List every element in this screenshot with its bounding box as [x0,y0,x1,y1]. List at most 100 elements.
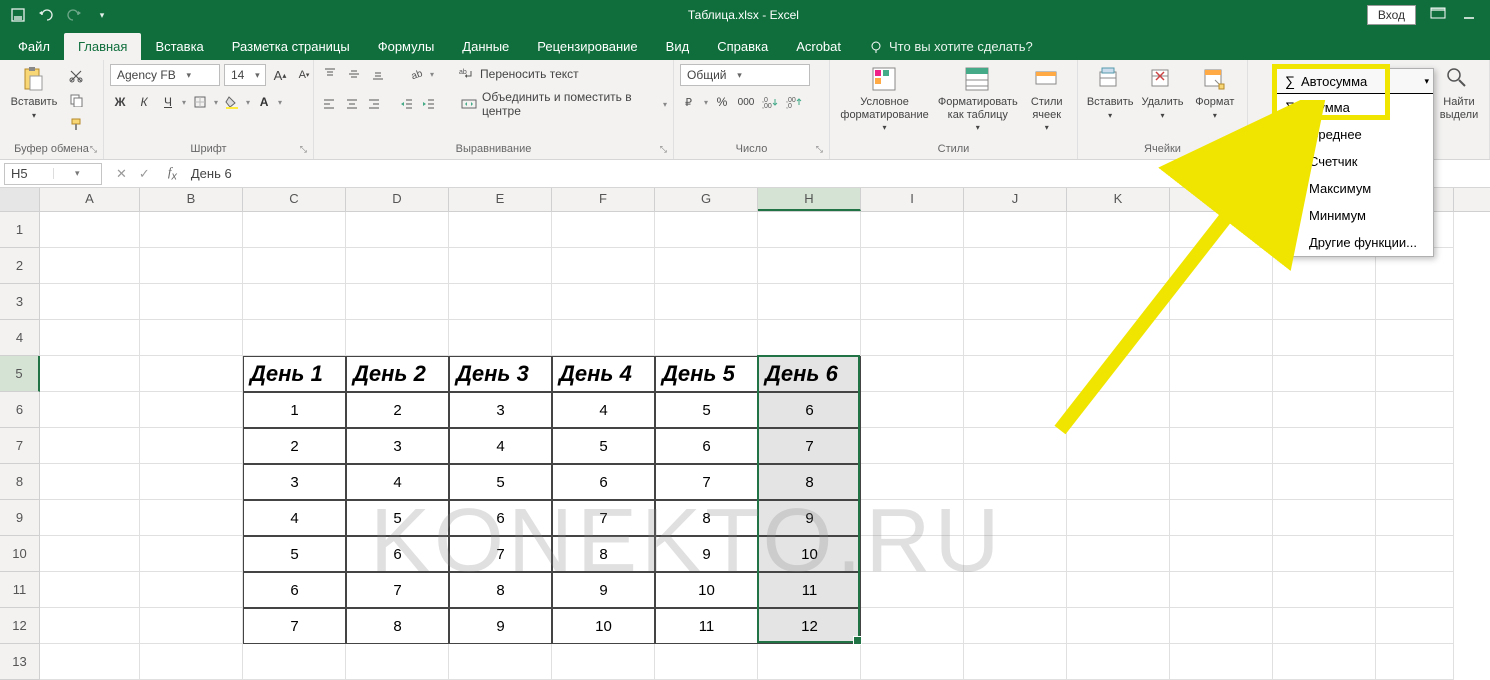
cell[interactable] [552,644,655,680]
cell[interactable] [40,248,140,284]
cell[interactable] [1170,284,1273,320]
cell[interactable]: 4 [552,392,655,428]
cell[interactable] [552,212,655,248]
tab-вид[interactable]: Вид [652,33,704,60]
cell[interactable]: 5 [346,500,449,536]
cell[interactable] [964,248,1067,284]
cell[interactable]: День 5 [655,356,758,392]
cell[interactable] [758,320,861,356]
cell[interactable] [1170,608,1273,644]
column-header[interactable]: D [346,188,449,211]
cell[interactable]: 5 [552,428,655,464]
cell[interactable] [40,320,140,356]
cell[interactable] [449,320,552,356]
cell[interactable] [1376,428,1454,464]
number-format-combo[interactable]: Общий▾ [680,64,810,86]
cell[interactable]: День 1 [243,356,346,392]
cell[interactable]: 4 [346,464,449,500]
cell[interactable] [140,356,243,392]
cell[interactable] [1273,320,1376,356]
align-bottom-icon[interactable] [368,64,388,84]
cell[interactable] [1067,284,1170,320]
cell[interactable] [1273,536,1376,572]
tab-формулы[interactable]: Формулы [364,33,449,60]
cell[interactable]: День 3 [449,356,552,392]
cell[interactable] [1170,536,1273,572]
cell[interactable]: 2 [243,428,346,464]
cell[interactable] [1376,284,1454,320]
cell[interactable] [964,536,1067,572]
cell[interactable]: 7 [243,608,346,644]
cell[interactable] [346,320,449,356]
cell[interactable] [1170,248,1273,284]
cell[interactable] [40,572,140,608]
font-size-combo[interactable]: 14▾ [224,64,266,86]
column-header[interactable]: I [861,188,964,211]
cell[interactable] [1067,464,1170,500]
cell[interactable] [1273,572,1376,608]
cell[interactable] [140,320,243,356]
comma-style-icon[interactable]: 000 [736,92,756,112]
name-box[interactable]: H5▾ [4,163,102,185]
cell[interactable] [964,284,1067,320]
cell[interactable] [140,644,243,680]
cell[interactable] [1273,356,1376,392]
cell[interactable] [140,464,243,500]
cell[interactable] [1273,392,1376,428]
cell[interactable] [1067,356,1170,392]
cell[interactable] [861,248,964,284]
cell[interactable] [140,392,243,428]
cell[interactable]: День 2 [346,356,449,392]
row-header[interactable]: 9 [0,500,40,536]
cell[interactable]: 8 [346,608,449,644]
align-right-icon[interactable] [365,94,384,114]
cell[interactable] [861,212,964,248]
increase-decimal-icon[interactable]: ,0,00 [760,92,780,112]
cell[interactable] [861,608,964,644]
conditional-formatting-button[interactable]: Условное форматирование▾ [836,64,933,132]
column-header[interactable]: A [40,188,140,211]
cell[interactable] [1273,644,1376,680]
cell[interactable] [243,320,346,356]
column-header[interactable]: E [449,188,552,211]
cell[interactable]: 4 [449,428,552,464]
wrap-text-button[interactable]: Переносить текст [480,67,579,81]
cell[interactable] [1376,608,1454,644]
cell[interactable] [1067,212,1170,248]
cell[interactable] [140,572,243,608]
paste-button[interactable]: Вставить ▾ [6,64,62,120]
cell[interactable] [449,644,552,680]
column-header[interactable]: G [655,188,758,211]
spreadsheet-grid[interactable]: 12345678910111213 День 1День 2День 3День… [0,212,1490,680]
cell[interactable] [861,572,964,608]
cell[interactable] [40,212,140,248]
cell[interactable] [964,356,1067,392]
cell[interactable] [964,572,1067,608]
cell[interactable]: День 6 [758,356,861,392]
cell[interactable] [964,608,1067,644]
row-header[interactable]: 4 [0,320,40,356]
tab-главная[interactable]: Главная [64,33,141,60]
cell[interactable] [449,284,552,320]
row-header[interactable]: 12 [0,608,40,644]
cell[interactable] [40,284,140,320]
delete-cells-button[interactable]: Удалить▾ [1136,64,1188,120]
cell[interactable]: 8 [758,464,861,500]
row-header[interactable]: 6 [0,392,40,428]
align-top-icon[interactable] [320,64,340,84]
format-cells-button[interactable]: Формат▾ [1189,64,1241,120]
cell[interactable] [40,644,140,680]
cell[interactable]: 4 [243,500,346,536]
cell[interactable] [1067,320,1170,356]
cell[interactable] [964,428,1067,464]
save-icon[interactable] [10,7,26,23]
cell[interactable]: 7 [346,572,449,608]
cell[interactable] [552,320,655,356]
cell[interactable]: 5 [243,536,346,572]
cell[interactable]: День 4 [552,356,655,392]
cell[interactable] [243,212,346,248]
cell[interactable]: 9 [552,572,655,608]
cell[interactable] [1170,356,1273,392]
cell[interactable] [552,284,655,320]
fill-color-icon[interactable] [222,92,242,112]
